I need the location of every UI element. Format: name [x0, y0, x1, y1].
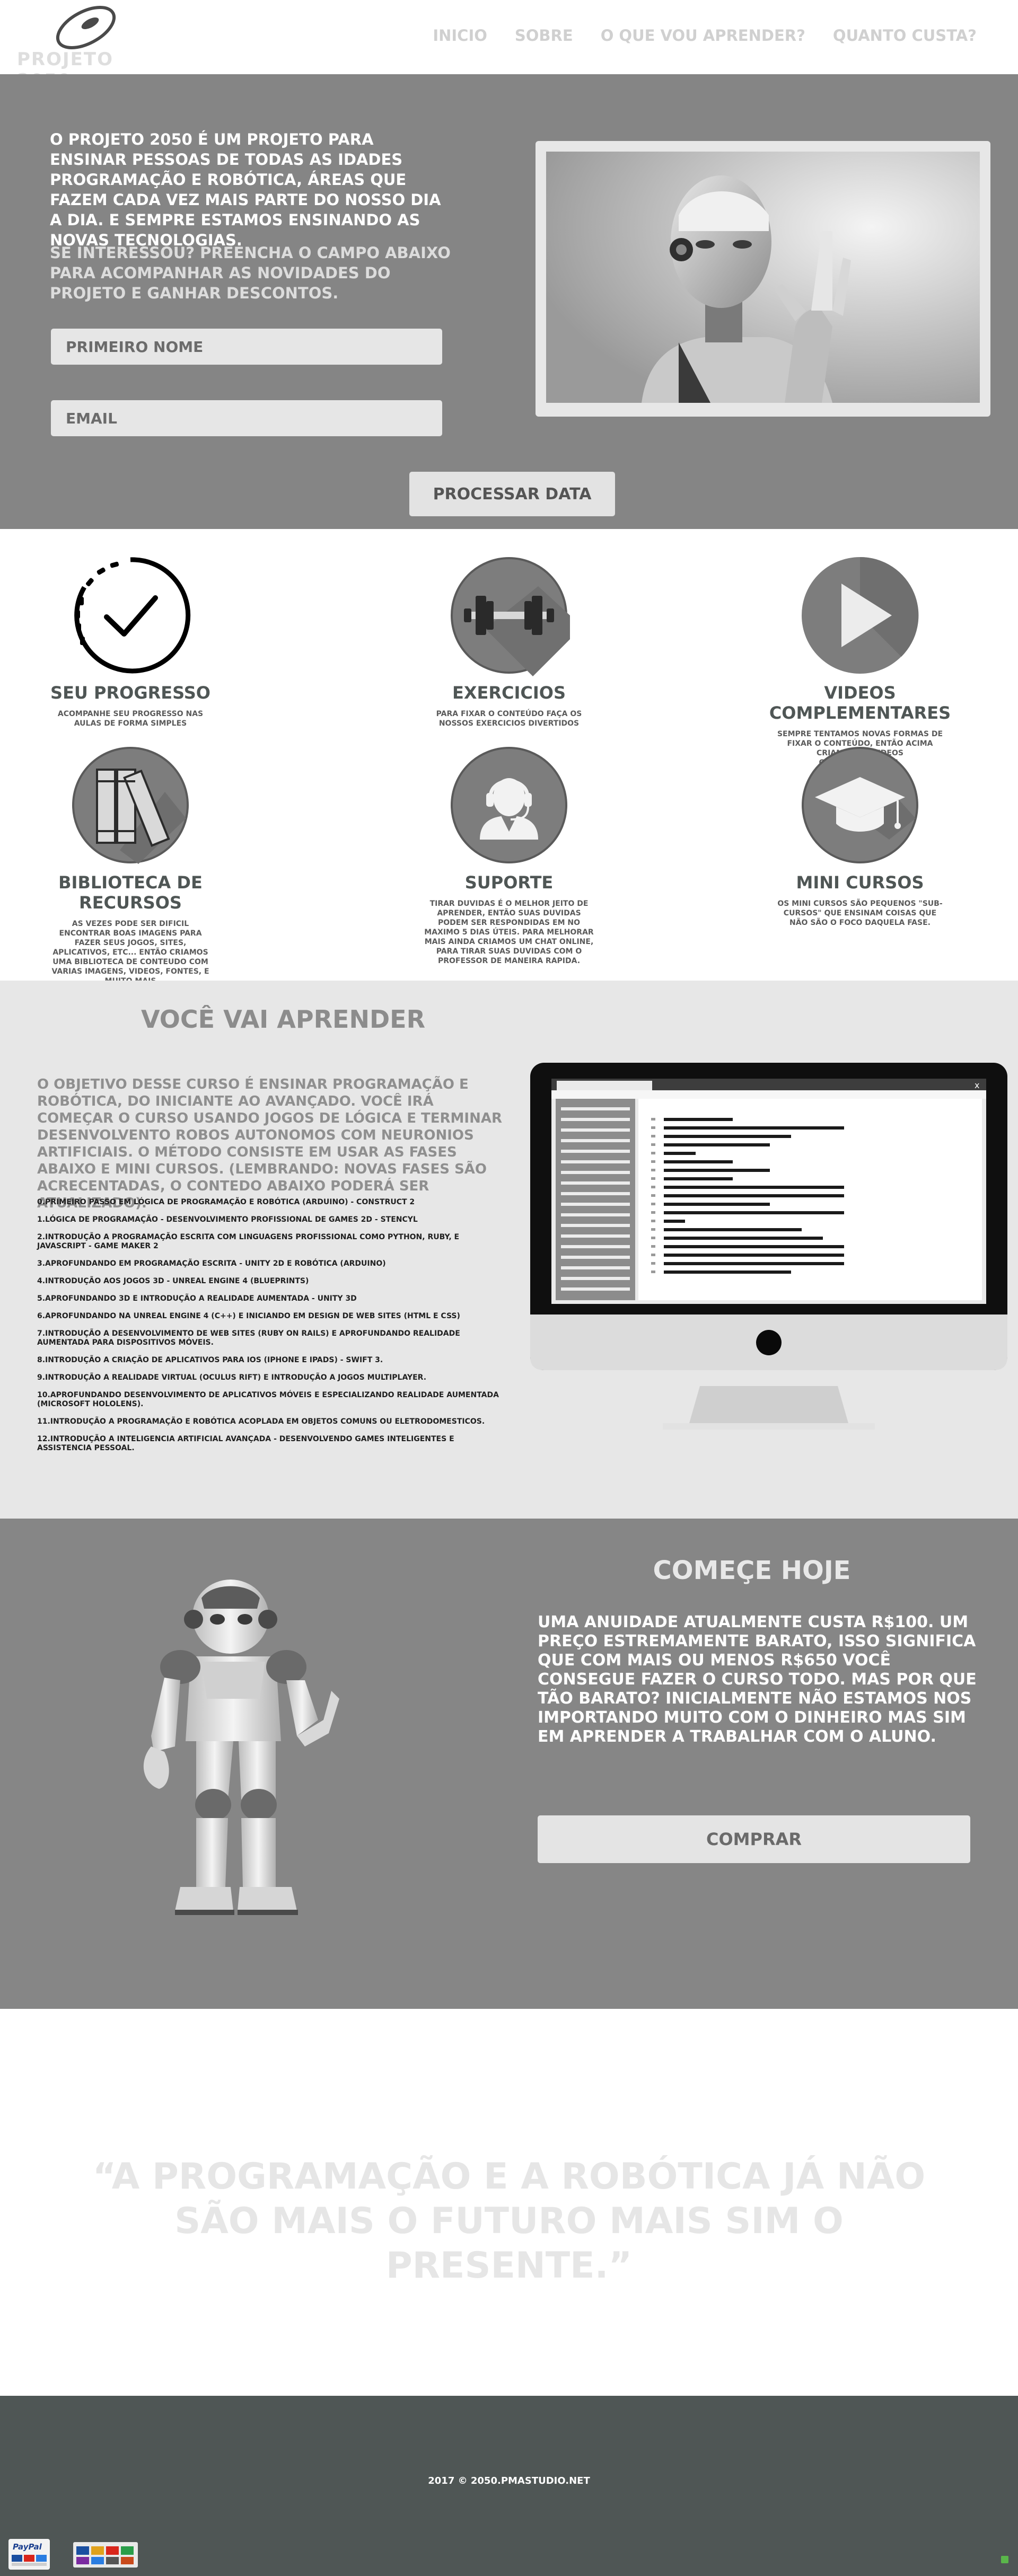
- list-item: 7.INTRODUÇÃO A DESENVOLVIMENTO DE WEB SI…: [37, 1329, 460, 1347]
- quote-section: “A PROGRAMAÇÃO E A ROBÓTICA JÁ NÃO SÃO M…: [0, 2009, 1018, 2396]
- feature-title: EXERCICIOS: [452, 683, 566, 703]
- feature-title: SEU PROGRESSO: [50, 683, 210, 703]
- list-item: 10.APROFUNDANDO DESENVOLVIMENTO DE APLIC…: [37, 1391, 499, 1408]
- feature-support: SUPORTE TIRAR DUVIDAS É O MELHOR JEITO D…: [398, 744, 620, 966]
- computer-monitor-illustration: x: [530, 1063, 1007, 1434]
- learn-title: VOCÊ VAI APRENDER: [141, 1005, 425, 1034]
- list-item: 11.INTRODUÇÃO A PROGRAMAÇÃO E ROBÓTICA A…: [37, 1417, 485, 1426]
- feature-description: OS MINI CURSOS SÃO PEQUENOS "SUB-CURSOS"…: [777, 899, 943, 927]
- card-brands-badge: [73, 2542, 138, 2568]
- feature-exercises: EXERCICIOS PARA FIXAR O CONTEÚDO FAÇA OS…: [398, 554, 620, 728]
- hero-section: O PROJETO 2050 É UM PROJETO PARA ENSINAR…: [0, 74, 1018, 529]
- feature-description: PARA FIXAR O CONTEÚDO FAÇA OS NOSSOS EXE…: [436, 710, 582, 728]
- graduation-cap-icon: [799, 744, 921, 866]
- feature-title: SUPORTE: [464, 872, 554, 893]
- list-item: 0.PRIMEIRO PASSO EM LÓGICA DE PROGRAMAÇÃ…: [37, 1198, 415, 1206]
- hero-description: O PROJETO 2050 É UM PROJETO PARA ENSINAR…: [50, 130, 441, 249]
- dumbbell-icon: [448, 554, 570, 676]
- list-item: 2.INTRODUÇÃO A PROGRAMAÇÃO ESCRITA COM L…: [37, 1233, 460, 1250]
- feature-title: VIDEOS COMPLEMENTARES: [769, 683, 951, 723]
- process-data-button[interactable]: PROCESSAR DATA: [409, 472, 615, 516]
- feature-library: BIBLIOTECA DE RECURSOS AS VEZES PODE SER…: [19, 744, 242, 986]
- books-icon: [69, 744, 191, 866]
- main-nav: INICIO SOBRE O QUE VOU APRENDER? QUANTO …: [405, 27, 977, 45]
- humanoid-robot-image: [546, 152, 980, 403]
- list-item: 8.INTRODUÇÃO A CRIAÇÃO DE APLICATIVOS PA…: [37, 1356, 383, 1364]
- feature-mini-courses: MINI CURSOS OS MINI CURSOS SÃO PEQUENOS …: [749, 744, 971, 928]
- list-item: 5.APROFUNDANDO 3D E INTRODUÇÃO A REALIDA…: [37, 1294, 357, 1303]
- list-item: 12.INTRODUÇÃO A INTELIGENCIA ARTIFICIAL …: [37, 1435, 454, 1452]
- list-item: 4.INTRODUÇÃO AOS JOGOS 3D - UNREAL ENGIN…: [37, 1277, 309, 1285]
- site-logo[interactable]: PROJETO 2050: [16, 3, 175, 91]
- feature-title: MINI CURSOS: [796, 872, 924, 893]
- payment-cards-icon: [12, 2555, 47, 2566]
- feature-description: AS VEZES PODE SER DIFICIL ENCONTRAR BOAS…: [51, 920, 209, 985]
- copyright-text: 2017 © 2050.PMASTUDIO.NET: [428, 2475, 590, 2486]
- headset-support-icon: [448, 744, 570, 866]
- nav-inicio[interactable]: INICIO: [433, 27, 487, 45]
- feature-description: ACOMPANHE SEU PROGRESSO NAS AULAS DE FOR…: [57, 710, 204, 728]
- nav-sobre[interactable]: SOBRE: [515, 27, 573, 45]
- hero-signup-prompt: SE INTERESSOU? PREENCHA O CAMPO ABAIXO P…: [50, 244, 451, 302]
- secure-icon: [1001, 2556, 1008, 2563]
- feature-title: BIBLIOTECA DE RECURSOS: [58, 872, 203, 913]
- list-item: 3.APROFUNDANDO EM PROGRAMAÇÃO ESCRITA - …: [37, 1259, 386, 1268]
- first-name-input[interactable]: [51, 329, 442, 365]
- list-item: 1.LÓGICA DE PROGRAMAÇÃO - DESENVOLVIMENT…: [37, 1215, 418, 1224]
- list-item: 9.INTRODUÇÃO A REALIDADE VIRTUAL (OCULUS…: [37, 1373, 427, 1382]
- site-header: PROJETO 2050 INICIO SOBRE O QUE VOU APRE…: [0, 0, 1018, 91]
- card-brands-icon: [76, 2546, 134, 2564]
- features-section: SEU PROGRESSO ACOMPANHE SEU PROGRESSO NA…: [0, 529, 1018, 985]
- site-footer: 2017 © 2050.PMASTUDIO.NET PayPal: [0, 2396, 1018, 2576]
- course-steps-list: 0.PRIMEIRO PASSO EM LÓGICA DE PROGRAMAÇÃ…: [37, 1198, 504, 1461]
- feature-progress: SEU PROGRESSO ACOMPANHE SEU PROGRESSO NA…: [19, 554, 242, 728]
- pricing-section: COMEÇE HOJE UMA ANUIDADE ATUALMENTE CUST…: [0, 1519, 1018, 2009]
- buy-button[interactable]: COMPRAR: [538, 1815, 970, 1863]
- play-icon: [799, 554, 921, 676]
- feature-videos: VIDEOS COMPLEMENTARES SEMPRE TENTAMOS NO…: [749, 554, 971, 767]
- svg-text:x: x: [975, 1080, 979, 1090]
- learn-description: O OBJETIVO DESSE CURSO É ENSINAR PROGRAM…: [37, 1077, 502, 1211]
- hero-image-frame: [536, 141, 990, 417]
- nav-quanto-custa[interactable]: QUANTO CUSTA?: [833, 27, 977, 45]
- nav-o-que-vou-aprender[interactable]: O QUE VOU APRENDER?: [601, 27, 805, 45]
- email-input[interactable]: [51, 400, 442, 436]
- check-progress-icon: [69, 554, 191, 676]
- quote-text: “A PROGRAMAÇÃO E A ROBÓTICA JÁ NÃO SÃO M…: [92, 2156, 926, 2287]
- feature-description: TIRAR DUVIDAS É O MELHOR JEITO DE APREND…: [424, 899, 594, 965]
- learn-section: VOCÊ VAI APRENDER O OBJETIVO DESSE CURSO…: [0, 981, 1018, 1519]
- logo-disc-icon: [56, 6, 116, 49]
- nao-robot-image: [122, 1577, 361, 1927]
- list-item: 6.APROFUNDANDO NA UNREAL ENGINE 4 (C++) …: [37, 1312, 460, 1320]
- pricing-title: COMEÇE HOJE: [653, 1556, 851, 1585]
- paypal-badge[interactable]: PayPal: [8, 2539, 50, 2570]
- pricing-description: UMA ANUIDADE ATUALMENTE CUSTA R$100. UM …: [538, 1613, 977, 1746]
